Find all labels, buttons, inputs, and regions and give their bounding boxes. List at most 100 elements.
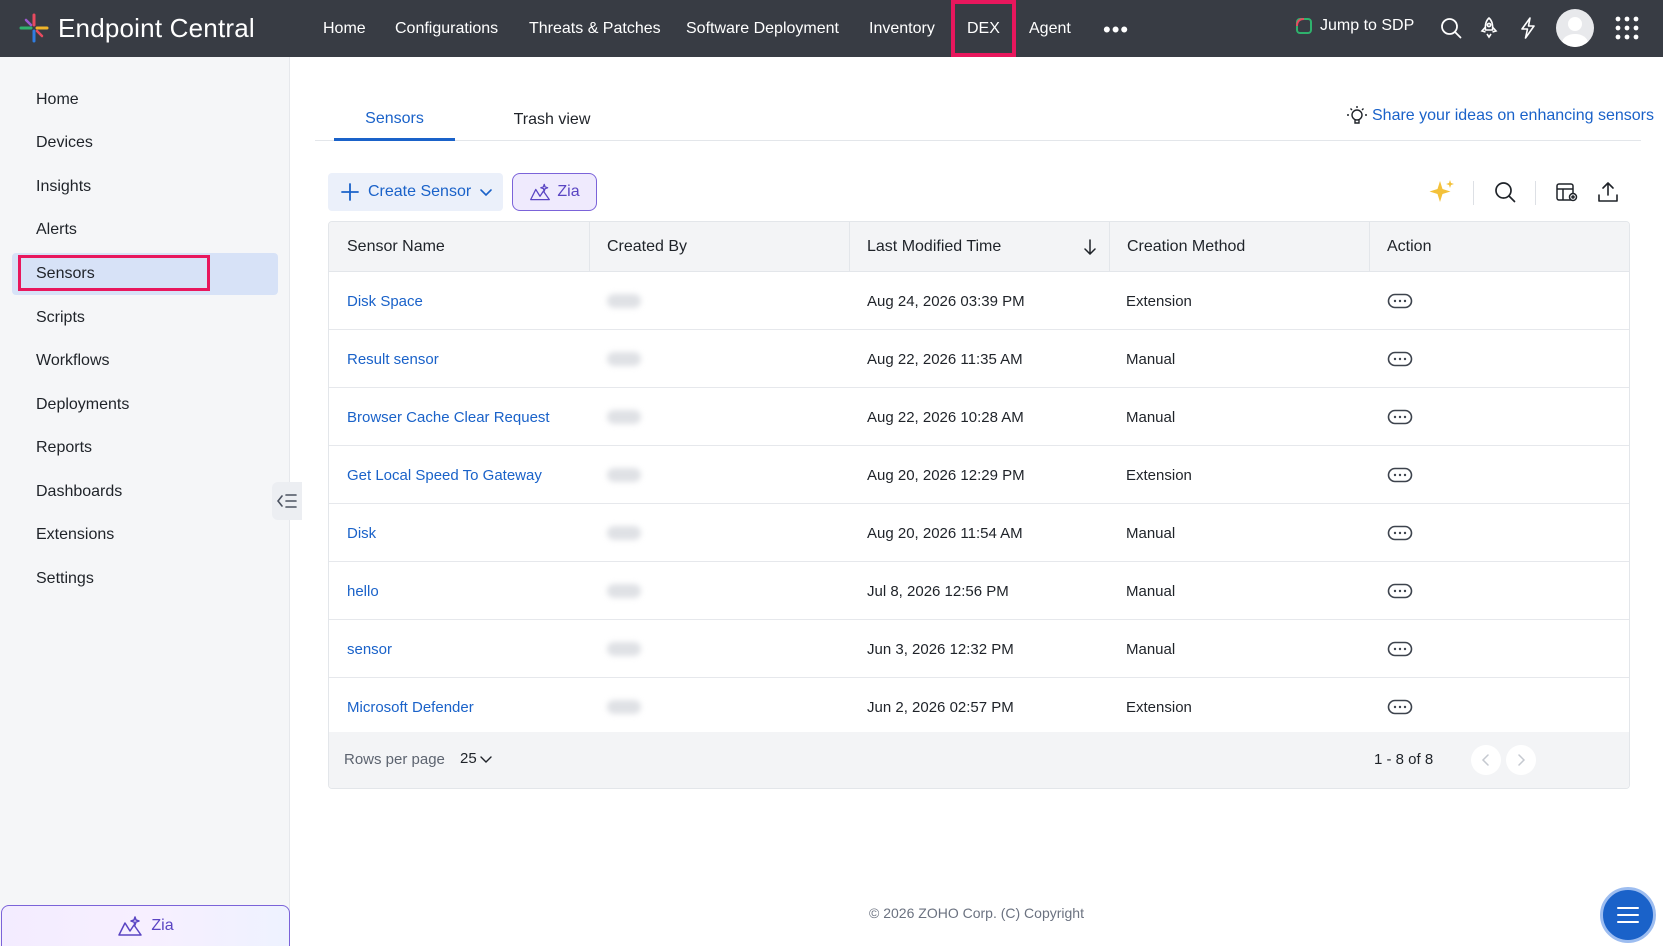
sidebar-item-workflows[interactable]: Workflows: [12, 340, 278, 382]
more-actions-icon[interactable]: [1387, 409, 1413, 425]
last-modified-cell: Aug 24, 2026 03:39 PM: [867, 292, 1025, 310]
topnav-software-deployment[interactable]: Software Deployment: [686, 0, 839, 57]
sdp-icon: [1296, 18, 1312, 34]
sidebar-item-label: Home: [36, 91, 79, 108]
next-page-button[interactable]: [1506, 745, 1536, 775]
table-row: Disk Aug 20, 2026 11:54 AM Manual: [329, 504, 1629, 562]
table-footer: Rows per page 25 1 - 8 of 8: [329, 732, 1629, 788]
sensor-name-link[interactable]: Disk: [347, 504, 376, 562]
jump-to-sdp-link[interactable]: Jump to SDP: [1295, 16, 1414, 36]
tab-sensors[interactable]: Sensors: [334, 100, 455, 141]
sidebar-zia-label: Zia: [151, 917, 174, 934]
zia-button[interactable]: Zia: [512, 173, 597, 211]
more-actions-icon[interactable]: [1387, 641, 1413, 657]
apps-grid-icon[interactable]: [1614, 15, 1640, 41]
action-cell: [1387, 272, 1413, 330]
created-by-cell: [607, 504, 641, 562]
zia-button-label: Zia: [557, 183, 580, 200]
last-modified-cell: Aug 22, 2026 10:28 AM: [867, 408, 1024, 426]
redacted-user: [607, 700, 641, 714]
sidebar-zia-button[interactable]: Zia: [1, 905, 290, 946]
sensor-name-link[interactable]: Get Local Speed To Gateway: [347, 446, 542, 504]
sensor-name-link[interactable]: hello: [347, 562, 379, 620]
sparkle-icon[interactable]: [1428, 178, 1456, 206]
sensor-name-link[interactable]: sensor: [347, 620, 392, 678]
action-cell: [1387, 330, 1413, 388]
sidebar-item-scripts[interactable]: Scripts: [12, 297, 278, 339]
topnav-agent[interactable]: Agent: [1029, 0, 1071, 57]
previous-page-button[interactable]: [1471, 745, 1501, 775]
more-actions-icon[interactable]: [1387, 293, 1413, 309]
redacted-user: [607, 294, 641, 308]
create-sensor-button[interactable]: Create Sensor: [328, 173, 503, 211]
sidebar-item-label: Devices: [36, 134, 93, 151]
sidebar-item-dashboards[interactable]: Dashboards: [12, 471, 278, 513]
sidebar-item-sensors[interactable]: Sensors: [12, 253, 278, 295]
export-icon[interactable]: [1596, 180, 1620, 204]
sidebar-item-alerts[interactable]: Alerts: [12, 209, 278, 251]
redacted-user: [607, 468, 641, 482]
sidebar-item-reports[interactable]: Reports: [12, 427, 278, 469]
sensor-name-link[interactable]: Disk Space: [347, 272, 423, 330]
creation-method-cell: Manual: [1126, 408, 1176, 426]
quick-menu-button[interactable]: [1600, 887, 1656, 943]
sensor-name-link[interactable]: Result sensor: [347, 330, 439, 388]
rows-per-page-select[interactable]: 25: [460, 750, 493, 767]
creation-method-cell: Manual: [1126, 350, 1176, 368]
created-by-cell: [607, 272, 641, 330]
sidebar-item-home[interactable]: Home: [12, 79, 278, 121]
plus-icon: [341, 183, 359, 201]
column-settings-icon[interactable]: [1555, 180, 1579, 204]
topnav-configurations[interactable]: Configurations: [395, 0, 498, 57]
sidebar-item-settings[interactable]: Settings: [12, 558, 278, 600]
zia-icon: [530, 183, 551, 201]
action-cell: [1387, 562, 1413, 620]
sidebar-item-devices[interactable]: Devices: [12, 122, 278, 164]
sidebar-item-deployments[interactable]: Deployments: [12, 384, 278, 426]
more-actions-icon[interactable]: [1387, 699, 1413, 715]
pagination-range: 1 - 8 of 8: [1374, 751, 1434, 768]
more-actions-icon[interactable]: [1387, 583, 1413, 599]
collapse-sidebar-button[interactable]: [272, 482, 302, 520]
column-header-creation-method[interactable]: Creation Method: [1109, 222, 1369, 272]
redacted-user: [607, 410, 641, 424]
sidebar-item-label: Sensors: [36, 265, 95, 282]
sidebar-item-extensions[interactable]: Extensions: [12, 514, 278, 556]
table-row: Microsoft Defender Jun 2, 2026 02:57 PM Ex…: [329, 678, 1629, 736]
chevron-down-icon: [479, 755, 492, 763]
rocket-icon[interactable]: [1477, 16, 1501, 40]
search-icon[interactable]: [1439, 16, 1463, 40]
sidebar-item-label: Scripts: [36, 309, 85, 326]
table-row: sensor Jun 3, 2026 12:32 PM Manual: [329, 620, 1629, 678]
action-cell: [1387, 504, 1413, 562]
last-modified-cell: Jun 3, 2026 12:32 PM: [867, 640, 1014, 658]
column-header-created-by[interactable]: Created By: [589, 222, 849, 272]
redacted-user: [607, 642, 641, 656]
more-actions-icon[interactable]: [1387, 351, 1413, 367]
topnav-inventory[interactable]: Inventory: [869, 0, 935, 57]
table-row: Browser Cache Clear Request Aug 22, 2026 …: [329, 388, 1629, 446]
sidebar-item-insights[interactable]: Insights: [12, 166, 278, 208]
share-ideas-link[interactable]: Share your ideas on enhancing sensors: [1346, 105, 1654, 127]
brand[interactable]: Endpoint Central: [18, 12, 255, 44]
more-actions-icon[interactable]: [1387, 525, 1413, 541]
sidebar-item-label: Alerts: [36, 221, 77, 238]
sensor-name-link[interactable]: Microsoft Defender: [347, 678, 474, 736]
bolt-icon[interactable]: [1516, 16, 1540, 40]
redacted-user: [607, 352, 641, 366]
column-header-sensor-name[interactable]: Sensor Name: [329, 222, 589, 272]
sensor-name-link[interactable]: Browser Cache Clear Request: [347, 388, 550, 446]
topnav-threats-patches[interactable]: Threats & Patches: [529, 0, 661, 57]
topnav-home[interactable]: Home: [323, 0, 366, 57]
table-row: hello Jul 8, 2026 12:56 PM Manual: [329, 562, 1629, 620]
avatar[interactable]: [1556, 9, 1594, 47]
search-icon[interactable]: [1493, 180, 1517, 204]
column-header-last-modified[interactable]: Last Modified Time: [849, 222, 1109, 272]
more-menu-icon[interactable]: •••: [1103, 17, 1129, 43]
sidebar-item-label: Extensions: [36, 526, 115, 543]
tab-trash-view[interactable]: Trash view: [495, 100, 609, 140]
menu-icon: [1617, 907, 1639, 923]
topnav-dex[interactable]: DEX: [951, 0, 1016, 57]
sort-descending-icon[interactable]: [1081, 238, 1099, 256]
more-actions-icon[interactable]: [1387, 467, 1413, 483]
